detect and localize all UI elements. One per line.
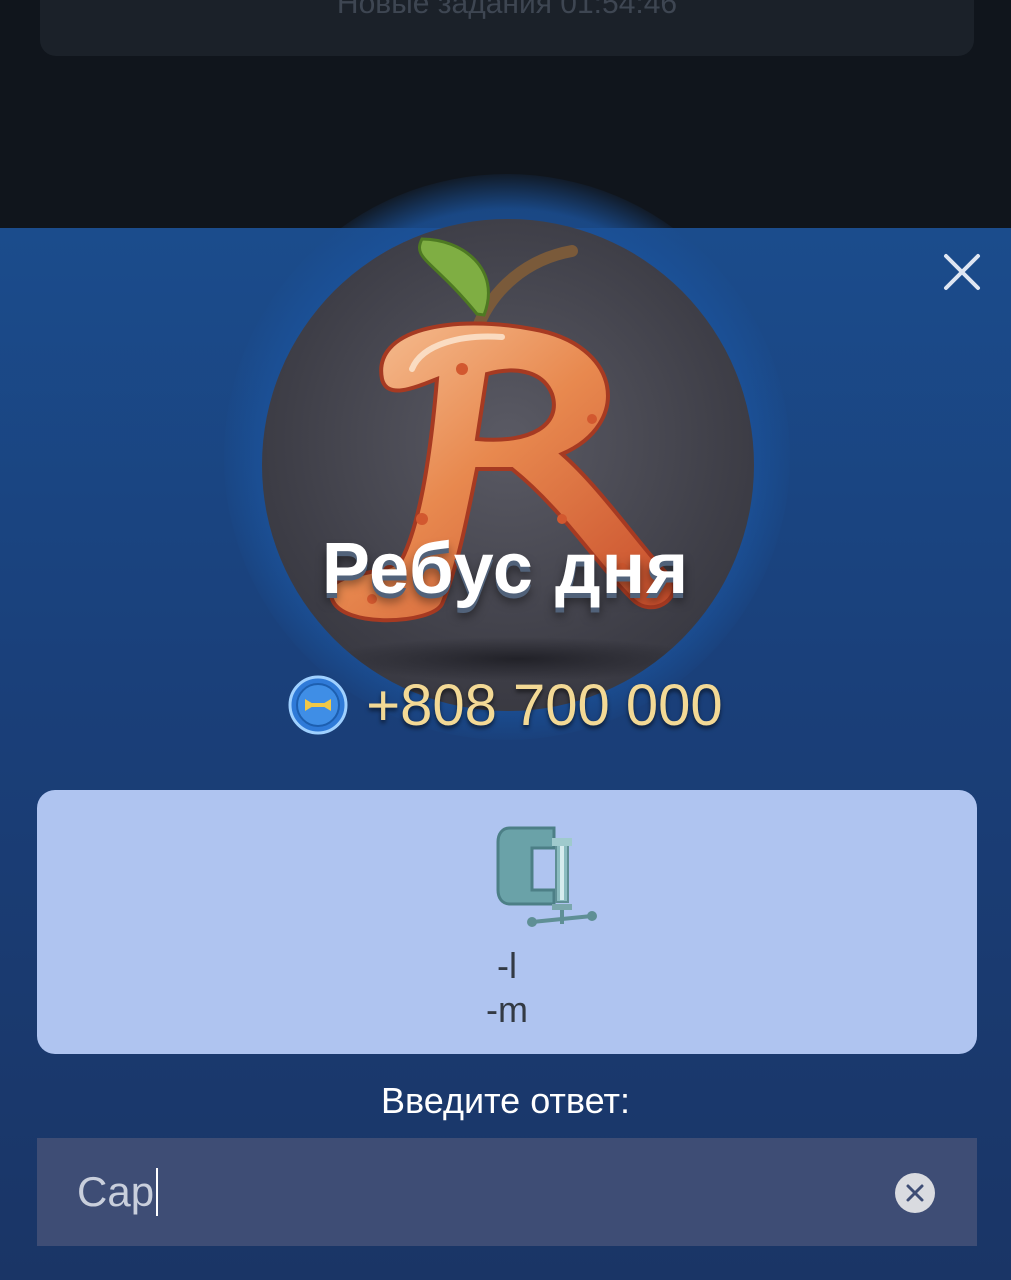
modal-title: Ребус дня bbox=[321, 529, 690, 609]
screen: Новые задания 01:54:46 Ребус дня +808 70… bbox=[0, 0, 1011, 1280]
c-clamp-icon bbox=[496, 826, 597, 927]
text-caret bbox=[156, 1167, 159, 1216]
rebus-modal: Ребус дня +808 700 000 -l -m Введите отв… bbox=[0, 174, 1011, 1280]
answer-input-value-wrapper: Cap bbox=[77, 1138, 159, 1246]
close-icon[interactable] bbox=[938, 248, 986, 296]
rebus-panel: -l -m bbox=[37, 790, 977, 1054]
clear-icon[interactable] bbox=[895, 1173, 935, 1213]
answer-input-value: Cap bbox=[77, 1168, 155, 1215]
reward-value: +808 700 000 bbox=[366, 672, 723, 738]
rebus-rule-1: -l bbox=[497, 945, 517, 986]
answer-input[interactable]: Cap bbox=[37, 1138, 977, 1246]
answer-prompt: Введите ответ: bbox=[381, 1080, 630, 1121]
rebus-rule-2: -m bbox=[486, 989, 528, 1030]
apple-letter-r-logo bbox=[262, 219, 754, 711]
background-card-text: Новые задания 01:54:46 bbox=[336, 0, 678, 20]
reward-row: +808 700 000 bbox=[0, 668, 1011, 742]
coin-icon bbox=[288, 675, 348, 735]
background-task-card: Новые задания 01:54:46 bbox=[40, 0, 974, 56]
